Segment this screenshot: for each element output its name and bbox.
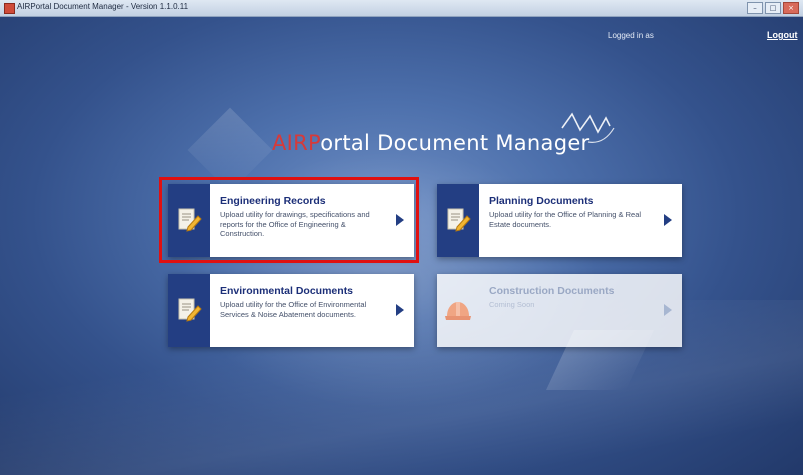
close-button[interactable]: ×: [783, 2, 799, 14]
play-arrow-icon: [664, 214, 672, 226]
app-title-text: ortal Document Manager: [320, 131, 590, 155]
app-window: AIRPortal Document Manager - Version 1.1…: [0, 0, 803, 475]
title-bar: AIRPortal Document Manager - Version 1.1…: [0, 0, 803, 17]
environmental-documents-card[interactable]: Environmental Documents Upload utility f…: [168, 274, 414, 347]
window-controls: – □ ×: [747, 2, 799, 14]
play-arrow-icon: [396, 304, 404, 316]
app-icon: [4, 3, 15, 14]
card-title: Construction Documents: [489, 285, 615, 297]
construction-documents-card: Construction Documents Coming Soon: [437, 274, 682, 347]
card-title: Planning Documents: [489, 195, 594, 207]
hard-hat-icon: [445, 301, 471, 320]
maximize-button[interactable]: □: [765, 2, 781, 14]
document-pencil-icon: [447, 208, 471, 232]
play-arrow-icon: [664, 304, 672, 316]
card-description: Coming Soon: [489, 300, 535, 309]
card-description: Upload utility for the Office of Plannin…: [489, 210, 642, 229]
icon-tile: [437, 184, 479, 257]
icon-tile: [437, 274, 479, 347]
document-pencil-icon: [178, 298, 202, 322]
card-description: Upload utility for the Office of Environ…: [220, 300, 367, 319]
minimize-button[interactable]: –: [747, 2, 763, 14]
icon-tile: [168, 274, 210, 347]
planning-documents-card[interactable]: Planning Documents Upload utility for th…: [437, 184, 682, 257]
logout-link[interactable]: Logout: [767, 30, 798, 40]
app-title-accent: AIRP: [272, 131, 321, 155]
highlight-box: [159, 177, 419, 263]
app-title: AIRPortal Document Manager: [272, 131, 589, 155]
logged-in-label: Logged in as: [608, 31, 654, 40]
card-title: Environmental Documents: [220, 285, 354, 297]
window-title: AIRPortal Document Manager - Version 1.1…: [17, 2, 189, 11]
